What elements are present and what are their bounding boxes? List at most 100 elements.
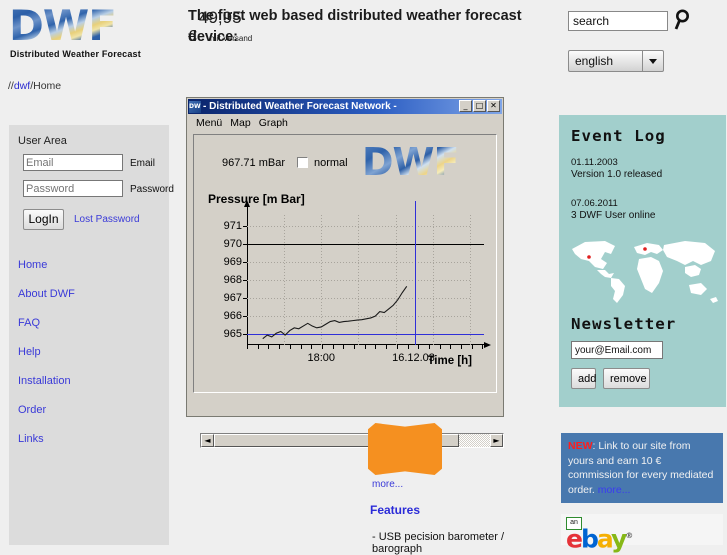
search-icon[interactable] [672, 8, 694, 32]
feature-item: - USB pecision barometer / barograph [372, 531, 505, 555]
chart-x-tickmark [300, 345, 302, 349]
page-root: DWF DWF Distributed Weather Forecast //d… [0, 0, 727, 555]
chart-x-tickmark [450, 345, 452, 349]
chart-x-tickmark [439, 345, 441, 349]
site-logo[interactable]: DWF DWF Distributed Weather Forecast [4, 4, 141, 62]
app-title-bar: DWF - Distributed Weather Forecast Netwo… [188, 99, 502, 114]
normal-checkbox-label: normal [314, 157, 348, 169]
price-amount: 49,95 [199, 8, 242, 27]
app-window-title: - Distributed Weather Forecast Network - [203, 101, 397, 112]
event-log-heading: Event Log [571, 127, 666, 145]
maximize-button[interactable]: □ [473, 100, 486, 112]
close-button[interactable]: ✕ [487, 100, 500, 112]
chart-x-axis-label: Time [h] [427, 355, 472, 367]
scroll-left-button[interactable]: ◄ [201, 434, 214, 447]
chart-x-tickmark [418, 345, 420, 349]
chart-x-tickmark [247, 345, 248, 349]
new-badge: NEW [568, 440, 593, 452]
chart-plot-area: 965 966 967 968 969 970 971 18:00 16.12.03 Time… [224, 200, 491, 367]
chart-y-axis-arrow [244, 200, 250, 207]
close-icon: ✕ [490, 101, 497, 110]
chart-y-tick-label: 971 [223, 219, 242, 232]
promo-box: NEW: Link to our site from yours and ear… [561, 433, 723, 503]
chart-x-tickmark [354, 345, 355, 349]
event-log-date: 01.11.2003 [571, 157, 618, 168]
ebay-logo: ebay® [566, 523, 633, 551]
scroll-right-button[interactable]: ► [490, 434, 503, 447]
chart-x-tickmark [428, 345, 430, 349]
chart-x-tickmark [407, 345, 409, 349]
minimize-icon: _ [463, 101, 468, 110]
sidebar-item-links[interactable]: Links [18, 433, 44, 445]
horizontal-scrollbar[interactable]: ◄ ► [200, 433, 504, 448]
maximize-icon: □ [475, 101, 484, 110]
chart-x-tickmark [279, 345, 281, 349]
minimize-button[interactable]: _ [459, 100, 472, 112]
ebay-letter-b: b [580, 524, 599, 554]
sidebar: User Area Email Password LogIn Lost Pass… [9, 125, 174, 545]
ebay-letter-y: y [610, 524, 627, 554]
pressure-readout: 967.71 mBar [222, 157, 285, 169]
promo-more-link[interactable]: more... [598, 484, 631, 496]
search-input[interactable] [568, 11, 668, 31]
email-label: Email [130, 158, 156, 169]
scrollbar-track[interactable] [214, 434, 490, 447]
app-logo: DWF [362, 141, 482, 183]
app-menu-bar: Menü Map Graph [188, 115, 502, 130]
chevron-down-icon[interactable] [642, 51, 663, 71]
breadcrumb-link-dwf[interactable]: dwf [14, 80, 30, 92]
app-window-screenshot: DWF - Distributed Weather Forecast Netwo… [186, 97, 504, 448]
window-controls: _ □ ✕ [458, 100, 500, 112]
language-selected-value: english [575, 54, 614, 68]
newsletter-remove-button[interactable]: remove [603, 368, 650, 389]
price-currency: € [188, 28, 197, 45]
chart-x-tickmark [461, 345, 462, 349]
password-label: Password [130, 184, 174, 195]
arrow-right-icon: ► [493, 436, 500, 445]
ebay-letter-a: a [596, 524, 613, 554]
world-map-image [572, 241, 718, 303]
user-area-title: User Area [18, 135, 67, 147]
event-log-text: Version 1.0 released [571, 169, 663, 180]
ebay-trademark: ® [625, 531, 634, 540]
lost-password-link[interactable]: Lost Password [74, 214, 140, 225]
breadcrumb: //dwf/Home [8, 80, 61, 92]
info-panel: Event Log 01.11.2003 Version 1.0 release… [559, 115, 726, 407]
menu-item-graph[interactable]: Graph [259, 117, 288, 129]
newsletter-email-input[interactable] [571, 341, 663, 359]
password-field[interactable] [23, 180, 123, 197]
menu-item-menu[interactable]: Menü [196, 117, 222, 129]
sidebar-item-order[interactable]: Order [18, 404, 46, 416]
chart-x-tickmark [257, 345, 259, 349]
chart-y-tick-label: 966 [223, 310, 242, 323]
chart-x-tickmark [375, 345, 377, 349]
chart-x-tickmark [268, 345, 270, 349]
sidebar-item-about-dwf[interactable]: About DWF [18, 288, 75, 300]
menu-item-map[interactable]: Map [230, 117, 250, 129]
site-logo-subtitle: Distributed Weather Forecast [10, 49, 141, 59]
chart-x-tickmark [471, 345, 473, 349]
chart-x-tickmark [311, 345, 313, 349]
dwf-app-icon: DWF [189, 100, 201, 113]
chart-title: Pressure [m Bar] [208, 192, 305, 206]
sidebar-item-help[interactable]: Help [18, 346, 41, 358]
normal-checkbox[interactable] [297, 157, 308, 168]
price-tag-badge [368, 423, 442, 475]
sidebar-item-faq[interactable]: FAQ [18, 317, 40, 329]
chart-y-tick-label: 969 [223, 255, 242, 268]
features-heading: Features [370, 503, 421, 517]
email-field[interactable] [23, 154, 123, 171]
app-client-area: 967.71 mBar normal DWF Pressure [m Bar] … [193, 134, 504, 448]
right-column: english Event Log 01.11.2003 Version 1.0… [558, 0, 727, 551]
language-select[interactable]: english [568, 50, 664, 72]
sidebar-item-installation[interactable]: Installation [18, 375, 71, 387]
sidebar-item-home[interactable]: Home [18, 259, 47, 271]
login-button[interactable]: LogIn [23, 209, 64, 230]
price-more-link[interactable]: more... [372, 479, 403, 490]
event-log-date: 07.06.2011 [571, 198, 618, 209]
ebay-badge[interactable]: an ebay® [561, 514, 723, 551]
chart-x-tickmark [289, 345, 291, 349]
caret-down-shape [649, 58, 657, 64]
chart-x-tickmark [396, 345, 398, 349]
newsletter-add-button[interactable]: add [571, 368, 596, 389]
